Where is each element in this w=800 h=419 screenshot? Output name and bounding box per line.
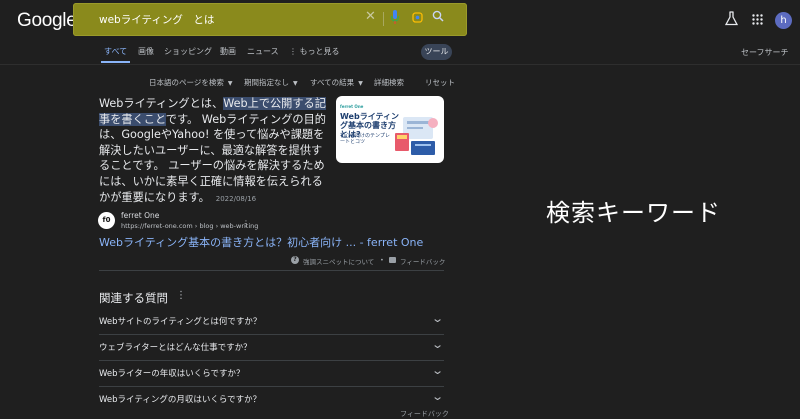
featured-snippet-text: Webライティングとは、Web上で公開する記事を書くことです。 Webライティン… — [99, 97, 326, 204]
caret-down-icon: ▼ — [293, 80, 298, 87]
caret-down-icon: ▼ — [227, 80, 233, 87]
question-text: Webライターの年収はいくらですか？ — [99, 369, 245, 379]
question-text: Webサイトのライティングとは何ですか？ — [99, 317, 262, 327]
question-item[interactable]: ウェブライターとはどんな仕事ですか？ ⌄ — [99, 334, 444, 361]
related-questions-title: 関連する質問 — [99, 291, 168, 305]
tab-images[interactable]: 画像 — [138, 46, 154, 57]
help-icon: ? — [291, 256, 299, 264]
chevron-down-icon: ⌄ — [430, 364, 444, 377]
site-favicon[interactable]: f0 — [98, 212, 115, 229]
lens-icon[interactable] — [412, 12, 423, 23]
annotation-label: 検索キーワード — [546, 199, 721, 227]
clear-icon[interactable]: ✕ — [365, 10, 376, 24]
search-input[interactable]: webライティング とは — [99, 12, 214, 27]
question-text: ウェブライターとはどんな仕事ですか？ — [99, 343, 252, 353]
more-options-icon[interactable]: ⋮ — [176, 290, 186, 301]
search-icon[interactable] — [432, 10, 444, 22]
thumbnail-subtitle: 初心者向けのテンプレートとコツ — [340, 133, 390, 145]
safesearch-button[interactable]: セーフサーチ — [741, 47, 789, 58]
microphone-icon[interactable] — [391, 10, 399, 25]
chevron-down-icon: ⌄ — [430, 390, 444, 403]
about-snippets-link[interactable]: 強調スニペットについて — [303, 256, 374, 266]
filter-results[interactable]: すべての結果 ▼ — [310, 77, 363, 88]
chevron-down-icon: ⌄ — [430, 338, 444, 351]
feedback-link[interactable]: フィードバック — [400, 409, 449, 419]
tab-more[interactable]: ⋮ もっと見る — [289, 46, 340, 57]
site-url[interactable]: https://ferret-one.com › blog › web-writ… — [121, 222, 258, 230]
google-logo[interactable]: Google — [17, 10, 77, 32]
tools-button[interactable]: ツール — [421, 44, 452, 60]
question-item[interactable]: Webサイトのライティングとは何ですか？ ⌄ — [99, 308, 444, 335]
footer-dot: • — [380, 256, 384, 264]
chevron-down-icon: ⌄ — [430, 312, 444, 325]
section-divider — [99, 270, 444, 271]
snippet-thumbnail[interactable]: ferret One Webライティング基本の書き方とは? 初心者向けのテンプレ… — [336, 96, 444, 163]
filter-time[interactable]: 期間指定なし ▼ — [244, 77, 298, 88]
filter-reset[interactable]: リセット — [425, 77, 455, 88]
labs-flask-icon[interactable] — [725, 11, 738, 26]
avatar[interactable]: h — [775, 12, 792, 29]
filter-language[interactable]: 日本語のページを検索 ▼ — [149, 77, 232, 88]
more-options-icon[interactable]: ⋮ — [242, 219, 250, 228]
filter-advanced[interactable]: 詳細検索 — [374, 77, 404, 88]
question-item[interactable]: Webライティングの月収はいくらですか？ ⌄ — [99, 386, 444, 412]
tab-videos[interactable]: 動画 — [220, 46, 236, 57]
tab-all[interactable]: すべて — [104, 46, 127, 57]
question-item[interactable]: Webライターの年収はいくらですか？ ⌄ — [99, 360, 444, 387]
search-divider — [383, 12, 384, 26]
result-title-link[interactable]: Webライティング基本の書き方とは？初心者向け ... - ferret One — [99, 234, 423, 250]
feedback-link[interactable]: フィードバック — [400, 256, 445, 266]
feedback-icon — [389, 257, 396, 263]
apps-grid-icon[interactable] — [752, 14, 763, 25]
thumbnail-brand: ferret One — [340, 104, 364, 109]
snippet-date: 2022/08/16 — [215, 194, 257, 203]
header-divider — [0, 64, 800, 65]
caret-down-icon: ▼ — [358, 80, 363, 87]
site-name[interactable]: ferret One — [121, 211, 159, 220]
tab-news[interactable]: ニュース — [247, 46, 279, 57]
question-text: Webライティングの月収はいくらですか？ — [99, 395, 262, 405]
active-tab-indicator — [101, 61, 130, 63]
illustration-image — [395, 117, 438, 155]
tab-shopping[interactable]: ショッピング — [164, 46, 212, 57]
